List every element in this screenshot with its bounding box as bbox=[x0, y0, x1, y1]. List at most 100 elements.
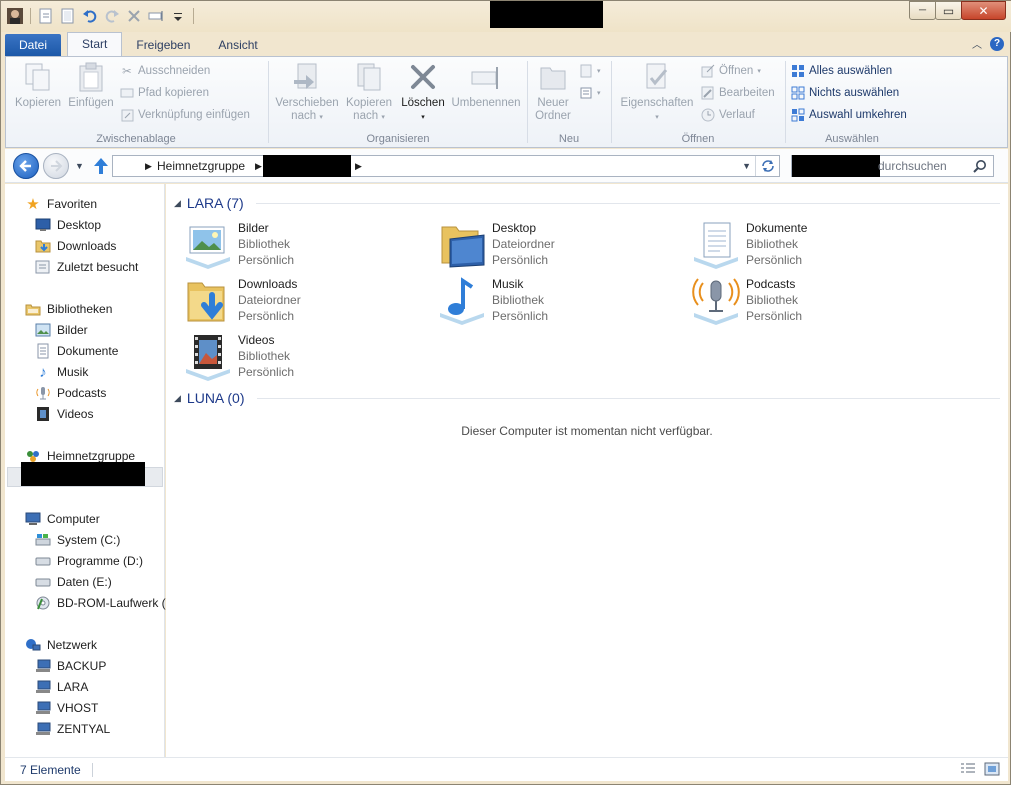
easy-access-button[interactable]: ▾ bbox=[579, 83, 601, 103]
qat-customize-chevron-icon[interactable] bbox=[168, 6, 188, 26]
copy-button[interactable]: Kopieren bbox=[14, 61, 62, 110]
search-box[interactable]: durchsuchen bbox=[791, 155, 994, 177]
collapse-triangle-icon[interactable]: ◢ bbox=[174, 393, 181, 404]
ribbon-minimize-chevron-icon[interactable]: ︿ bbox=[972, 36, 982, 51]
rename-qat-icon[interactable] bbox=[146, 6, 166, 26]
nav-drive-c[interactable]: System (C:) bbox=[35, 532, 120, 548]
tile-desktop-owner: Persönlich bbox=[492, 253, 549, 267]
rename-button[interactable]: Umbenennen bbox=[450, 61, 522, 110]
tab-start[interactable]: Start bbox=[67, 32, 123, 56]
help-icon[interactable]: ? bbox=[990, 36, 1004, 51]
nav-item-pictures[interactable]: Bilder bbox=[35, 322, 88, 338]
nav-item-downloads[interactable]: Downloads bbox=[35, 238, 116, 254]
copy-to-button[interactable]: Kopieren nach ▾ bbox=[342, 61, 396, 124]
status-bar: 7 Elemente bbox=[5, 757, 1008, 781]
nav-favorites[interactable]: ★ Favoriten bbox=[25, 196, 97, 213]
properties-icon[interactable] bbox=[36, 6, 56, 26]
move-to-button[interactable]: Verschieben nach ▾ bbox=[272, 61, 342, 124]
new-folder-button[interactable]: Neuer Ordner bbox=[533, 61, 573, 123]
tile-videos[interactable]: Videos Bibliothek Persönlich bbox=[184, 333, 424, 387]
properties-button[interactable]: Eigenschaften ▾ bbox=[615, 61, 699, 124]
nav-item-podcasts-label: Podcasts bbox=[57, 386, 107, 400]
move-to-icon bbox=[294, 63, 317, 89]
delete-button[interactable]: Löschen ▾ bbox=[400, 61, 446, 124]
nav-item-recent[interactable]: Zuletzt besucht bbox=[35, 259, 138, 275]
invert-selection-button[interactable]: Auswahl umkehren bbox=[791, 105, 907, 125]
edit-icon bbox=[701, 86, 715, 100]
search-icon[interactable] bbox=[973, 159, 987, 176]
redo-icon[interactable] bbox=[102, 6, 122, 26]
recent-locations-chevron-icon[interactable]: ▼ bbox=[75, 161, 84, 171]
nav-computer[interactable]: Computer bbox=[25, 511, 100, 527]
nav-item-desktop[interactable]: Desktop bbox=[35, 217, 101, 233]
edit-button[interactable]: Bearbeiten bbox=[701, 83, 775, 103]
nav-bd-rom-label: BD-ROM-Laufwerk ( bbox=[57, 596, 166, 610]
select-all-button[interactable]: Alles auswählen bbox=[791, 61, 892, 81]
nav-network-lara[interactable]: LARA bbox=[35, 679, 88, 695]
delete-label: Löschen bbox=[401, 97, 445, 109]
new-item-button[interactable]: ▾ bbox=[579, 61, 601, 81]
delete-qat-icon[interactable] bbox=[124, 6, 144, 26]
copy-path-label: Pfad kopieren bbox=[138, 87, 209, 99]
videos-library-icon bbox=[35, 406, 51, 422]
breadcrumb-separator-icon[interactable]: ▶ bbox=[355, 161, 362, 172]
redacted-search-location bbox=[792, 155, 880, 177]
documents-library-icon bbox=[692, 221, 740, 269]
nav-item-videos[interactable]: Videos bbox=[35, 406, 93, 422]
tile-dokumente[interactable]: Dokumente Bibliothek Persönlich bbox=[692, 221, 932, 275]
breadcrumb-separator-icon[interactable]: ▶ bbox=[255, 161, 262, 172]
minimize-button[interactable]: ─ bbox=[909, 1, 936, 20]
nav-libraries[interactable]: Bibliotheken bbox=[25, 301, 112, 317]
tab-datei[interactable]: Datei bbox=[5, 34, 62, 56]
podcasts-library-icon bbox=[692, 277, 740, 325]
tile-musik[interactable]: Musik Bibliothek Persönlich bbox=[438, 277, 678, 331]
select-none-icon bbox=[791, 86, 805, 100]
tab-ansicht[interactable]: Ansicht bbox=[204, 34, 271, 56]
maximize-button[interactable]: ▭ bbox=[935, 1, 962, 20]
back-button[interactable] bbox=[13, 153, 39, 179]
nav-item-podcasts[interactable]: Podcasts bbox=[35, 385, 106, 401]
cut-button[interactable]: ✂ Ausschneiden bbox=[120, 61, 210, 81]
refresh-icon[interactable] bbox=[755, 156, 779, 176]
new-folder-qat-icon[interactable] bbox=[58, 6, 78, 26]
breadcrumb-separator-icon[interactable]: ▶ bbox=[145, 161, 152, 172]
up-button[interactable] bbox=[93, 157, 109, 178]
group-header-luna[interactable]: ◢ LUNA (0) bbox=[174, 390, 1000, 406]
nav-network-zentyal[interactable]: ZENTYAL bbox=[35, 721, 110, 737]
paste-button[interactable]: Einfügen bbox=[66, 61, 116, 110]
collapse-triangle-icon[interactable]: ◢ bbox=[174, 198, 181, 209]
nav-network[interactable]: Netzwerk bbox=[25, 637, 97, 653]
tile-desktop[interactable]: Desktop Dateiordner Persönlich bbox=[438, 221, 678, 275]
new-item-icon bbox=[579, 64, 593, 78]
copy-path-button[interactable]: Pfad kopieren bbox=[120, 83, 209, 103]
address-bar[interactable]: ▶ Heimnetzgruppe ▶ ▶ ▼ bbox=[112, 155, 780, 177]
undo-icon[interactable] bbox=[80, 6, 100, 26]
nav-item-music[interactable]: ♪ Musik bbox=[35, 364, 88, 381]
group-header-lara[interactable]: ◢ LARA (7) bbox=[174, 195, 1000, 211]
app-avatar-icon[interactable] bbox=[5, 6, 25, 26]
recent-places-icon bbox=[35, 259, 51, 275]
nav-drive-d[interactable]: Programme (D:) bbox=[35, 553, 143, 569]
close-button[interactable]: ✕ bbox=[961, 1, 1006, 20]
select-none-button[interactable]: Nichts auswählen bbox=[791, 83, 899, 103]
tile-podcasts[interactable]: Podcasts Bibliothek Persönlich bbox=[692, 277, 932, 331]
nav-bd-rom[interactable]: BD-ROM-Laufwerk ( bbox=[35, 595, 166, 611]
tile-bilder[interactable]: Bilder Bibliothek Persönlich bbox=[184, 221, 424, 275]
breadcrumb-homegroup[interactable]: Heimnetzgruppe bbox=[157, 159, 245, 173]
tile-videos-owner: Persönlich bbox=[238, 365, 295, 379]
nav-network-backup[interactable]: BACKUP bbox=[35, 658, 106, 674]
open-button[interactable]: Öffnen ▾ bbox=[701, 61, 761, 81]
forward-button[interactable] bbox=[43, 153, 69, 179]
large-icons-view-icon[interactable] bbox=[984, 762, 1000, 779]
tab-freigeben[interactable]: Freigeben bbox=[122, 34, 204, 56]
tile-downloads[interactable]: Downloads Dateiordner Persönlich bbox=[184, 277, 424, 331]
address-dropdown-chevron-icon[interactable]: ▼ bbox=[742, 161, 751, 171]
details-view-icon[interactable] bbox=[960, 762, 976, 779]
nav-network-vhost[interactable]: VHOST bbox=[35, 700, 98, 716]
nav-item-documents[interactable]: Dokumente bbox=[35, 343, 118, 359]
nav-network-lara-label: LARA bbox=[57, 680, 89, 694]
nav-drive-e[interactable]: Daten (E:) bbox=[35, 574, 112, 590]
paste-shortcut-button[interactable]: Verknüpfung einfügen bbox=[120, 105, 250, 125]
history-button[interactable]: Verlauf bbox=[701, 105, 755, 125]
nav-item-downloads-label: Downloads bbox=[57, 239, 117, 253]
